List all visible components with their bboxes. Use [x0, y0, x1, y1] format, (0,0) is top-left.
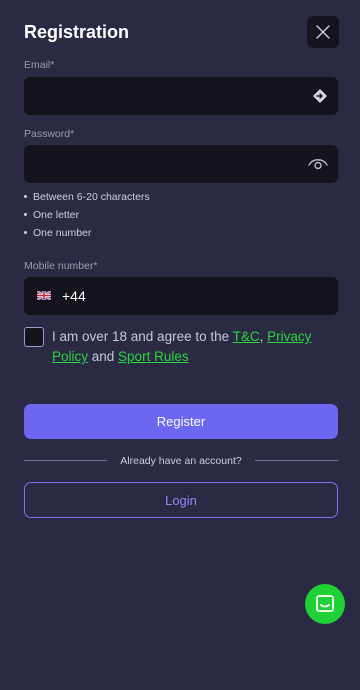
password-field[interactable]	[24, 145, 294, 183]
show-password-eye-icon[interactable]	[308, 154, 328, 174]
agreement-text-intro: I am over 18 and agree to the	[52, 329, 233, 344]
agreement-text: I am over 18 and agree to the T&C, Priva…	[52, 327, 342, 367]
email-label: Email*	[24, 59, 55, 71]
autofill-icon[interactable]	[310, 86, 330, 106]
password-rule: One number	[24, 226, 150, 244]
mobile-label: Mobile number*	[24, 260, 98, 272]
already-have-account-text: Already have an account?	[120, 455, 242, 467]
close-button[interactable]	[307, 16, 339, 48]
page-title: Registration	[24, 22, 130, 42]
country-selector[interactable]: +44	[24, 277, 104, 315]
email-field[interactable]	[24, 77, 294, 115]
password-field-container	[24, 145, 338, 183]
register-button[interactable]: Register	[24, 404, 338, 439]
email-field-container	[24, 77, 338, 115]
agreement-separator: ,	[259, 329, 268, 344]
chat-support-button[interactable]	[305, 584, 345, 624]
password-rule: Between 6-20 characters	[24, 190, 150, 208]
divider-right	[255, 460, 338, 461]
mobile-number-field[interactable]	[104, 277, 338, 315]
password-rules: Between 6-20 characters One letter One n…	[24, 190, 150, 244]
password-rule: One letter	[24, 208, 150, 226]
agreement-separator: and	[88, 349, 119, 364]
chat-support-icon	[316, 595, 334, 612]
uk-flag-icon	[37, 291, 51, 300]
agree-checkbox[interactable]	[24, 327, 44, 347]
sport-rules-link[interactable]: Sport Rules	[118, 349, 189, 364]
close-icon	[316, 25, 330, 39]
dial-code: +44	[62, 288, 86, 304]
password-label: Password*	[24, 128, 75, 140]
mobile-field-container: +44	[24, 277, 338, 315]
tc-link[interactable]: T&C	[233, 329, 260, 344]
login-button[interactable]: Login	[24, 482, 338, 518]
